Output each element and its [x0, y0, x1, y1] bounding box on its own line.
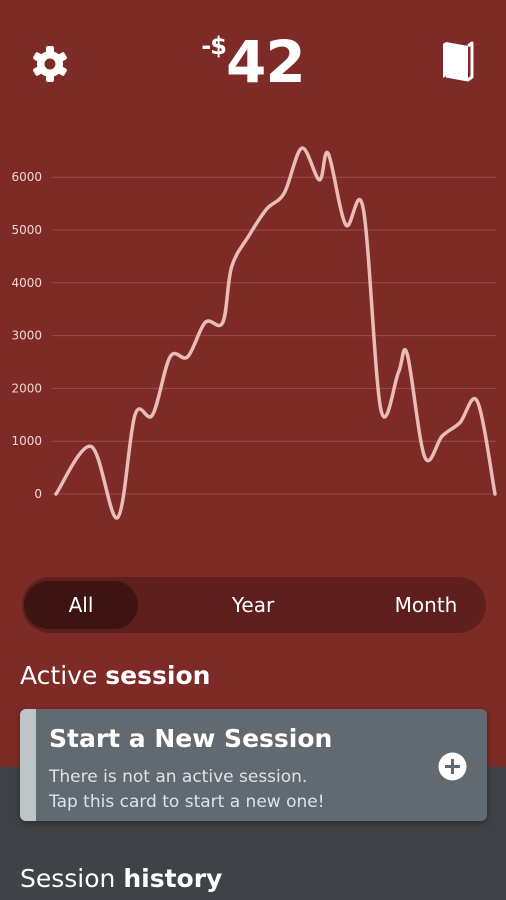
book-icon[interactable]	[440, 40, 476, 84]
y-tick-label: 3000	[11, 329, 42, 343]
session-history-heading: Session history	[20, 864, 222, 893]
plus-circle-icon[interactable]	[438, 752, 467, 781]
active-session-heading: Active session	[20, 661, 210, 690]
tab-all[interactable]: All	[24, 581, 138, 629]
active-session-heading-regular: Active	[20, 661, 106, 690]
balance-sign: -$	[201, 32, 227, 60]
balance-chart: 0 1000 2000 3000 4000 5000 6000	[11, 146, 497, 520]
y-tick-label: 6000	[11, 170, 42, 184]
active-session-heading-bold: session	[105, 661, 211, 690]
y-tick-label: 2000	[11, 381, 42, 395]
balance-series-line	[54, 146, 497, 520]
session-history-heading-bold: history	[123, 864, 223, 893]
card-description-line-2: Tap this card to start a new one!	[49, 792, 325, 812]
card-description: There is not an active session. Tap this…	[49, 765, 429, 815]
balance-amount: 42	[225, 28, 306, 96]
card-description-line-1: There is not an active session.	[49, 767, 308, 787]
y-tick-label: 1000	[11, 434, 42, 448]
card-accent-bar	[20, 709, 36, 821]
tab-year[interactable]: Year	[192, 581, 314, 629]
y-tick-label: 0	[34, 487, 42, 501]
y-tick-label: 4000	[11, 276, 42, 290]
y-tick-label: 5000	[11, 223, 42, 237]
new-session-card[interactable]: Start a New Session There is not an acti…	[20, 709, 487, 821]
balance-display: -$42	[0, 28, 506, 96]
tab-month[interactable]: Month	[362, 581, 490, 629]
range-selector: All Year Month	[22, 577, 486, 633]
card-title: Start a New Session	[49, 724, 333, 753]
session-history-heading-regular: Session	[20, 864, 124, 893]
